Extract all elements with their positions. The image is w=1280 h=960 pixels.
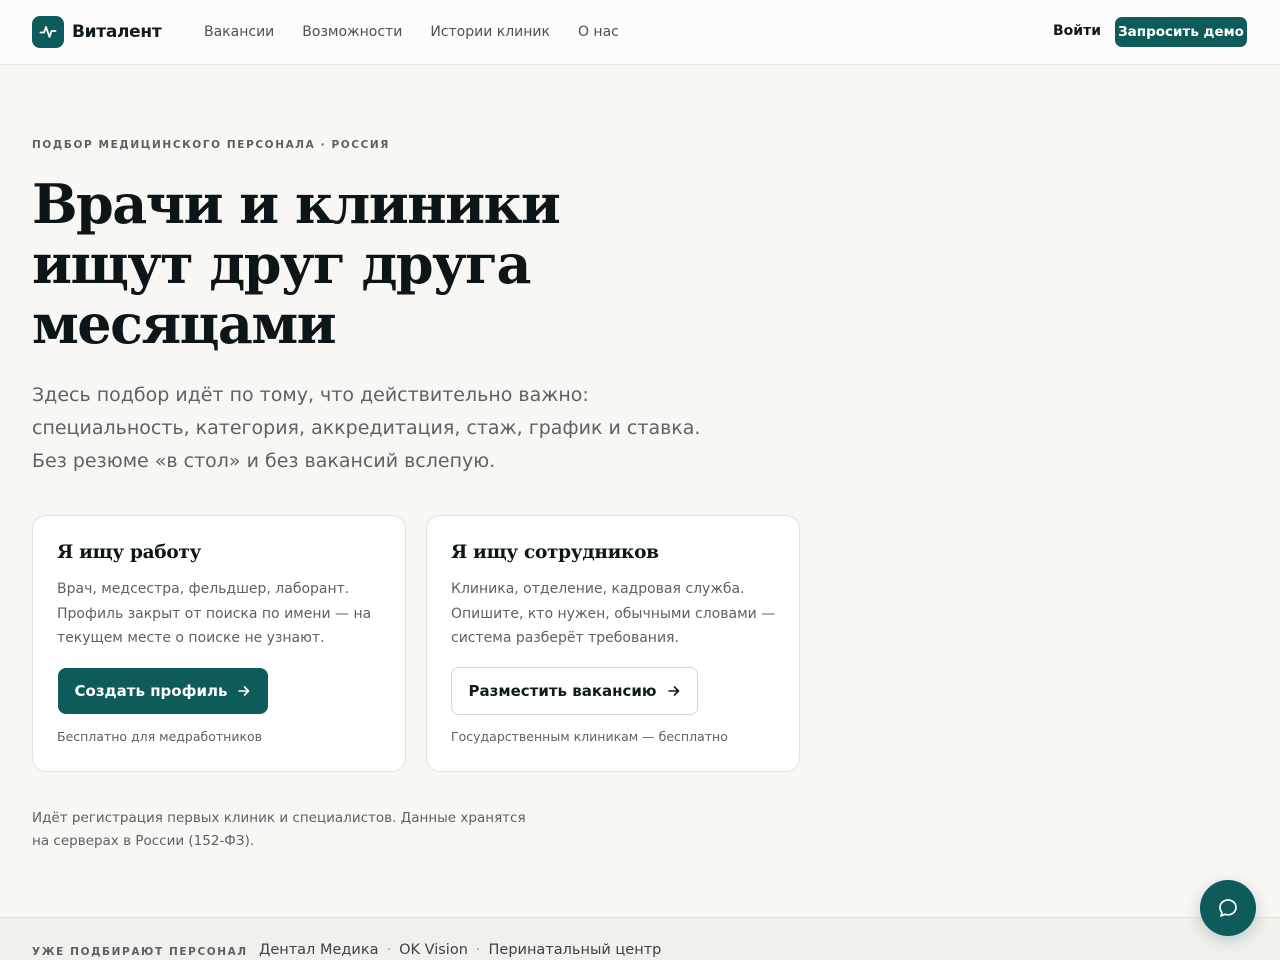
card-note: Государственным клиникам — бесплатно	[451, 729, 728, 744]
chat-bubble-icon	[1219, 899, 1237, 917]
card-title: Я ищу работу	[57, 542, 202, 563]
separator: ·	[475, 942, 481, 958]
nav-item-vacancies[interactable]: Вакансии	[204, 24, 274, 40]
clients-strip-label: УЖЕ ПОДБИРАЮТ ПЕРСОНАЛ	[32, 946, 248, 958]
disclaimer-line: на серверах в России (152-ФЗ).	[32, 833, 255, 849]
separator: ·	[386, 942, 392, 958]
clients-strip: УЖЕ ПОДБИРАЮТ ПЕРСОНАЛ Дентал Медика · O…	[0, 917, 1280, 960]
site-header: Виталент Вакансии Возможности Истории кл…	[0, 0, 1280, 65]
brand-name: Виталент	[72, 22, 162, 42]
create-profile-button[interactable]: Создать профиль	[58, 668, 268, 714]
card-desc-line: Профиль закрыт от поиска по имени — на	[57, 605, 372, 622]
hero-lead: Здесь подбор идёт по тому, что действите…	[32, 379, 752, 478]
card-desc-line: Клиника, отделение, кадровая служба.	[451, 581, 745, 597]
lead-line: специальность, категория, аккредитация, …	[32, 417, 701, 439]
client-name: Перинатальный центр	[488, 942, 662, 958]
pulse-icon	[32, 16, 64, 48]
arrow-right-icon	[667, 686, 679, 696]
card-desc-line: система разберёт требования.	[451, 630, 679, 646]
button-label: Разместить вакансию	[468, 682, 657, 700]
nav-item-features[interactable]: Возможности	[302, 24, 402, 40]
headline-line: ищут друг друга	[32, 232, 532, 296]
clients-list: Дентал Медика · OK Vision · Перинатальны…	[259, 942, 661, 958]
button-label: Создать профиль	[74, 682, 228, 700]
client-name: Дентал Медика	[259, 942, 379, 958]
card-desc-line: Опишите, кто нужен, обычными словами —	[451, 605, 776, 622]
hero-eyebrow: ПОДБОР МЕДИЦИНСКОГО ПЕРСОНАЛА · РОССИЯ	[32, 139, 390, 151]
brand-logo[interactable]: Виталент	[32, 16, 162, 48]
nav-item-about[interactable]: О нас	[578, 24, 619, 40]
login-link[interactable]: Войти	[1053, 23, 1101, 39]
job-seeker-card: Я ищу работу Врач, медсестра, фельдшер, …	[32, 515, 406, 772]
registration-disclaimer: Идёт регистрация первых клиник и специал…	[32, 807, 552, 853]
main-nav: Вакансии Возможности Истории клиник О на…	[204, 0, 619, 64]
request-demo-button[interactable]: Запросить демо	[1115, 17, 1247, 47]
card-description: Врач, медсестра, фельдшер, лаборант. Про…	[57, 577, 387, 651]
chat-button[interactable]	[1200, 880, 1256, 936]
disclaimer-line: Идёт регистрация первых клиник и специал…	[32, 810, 526, 826]
headline-line: Врачи и клиники	[32, 172, 561, 236]
lead-line: Без резюме «в стол» и без вакансий вслеп…	[32, 450, 496, 472]
card-desc-line: Врач, медсестра, фельдшер, лаборант.	[57, 581, 350, 597]
hero-headline: Врачи и клиники ищут друг друга месяцами	[32, 174, 732, 354]
card-desc-line: текущем месте о поиске не узнают.	[57, 630, 325, 646]
arrow-right-icon	[238, 686, 250, 696]
lead-line: Здесь подбор идёт по тому, что действите…	[32, 384, 589, 406]
employer-card: Я ищу сотрудников Клиника, отделение, ка…	[426, 515, 800, 772]
card-note: Бесплатно для медработников	[57, 729, 263, 744]
post-vacancy-button[interactable]: Разместить вакансию	[451, 667, 698, 715]
card-description: Клиника, отделение, кадровая служба. Опи…	[451, 577, 781, 651]
headline-line: месяцами	[32, 292, 337, 356]
client-name: OK Vision	[399, 942, 468, 958]
card-title: Я ищу сотрудников	[451, 542, 659, 563]
nav-item-stories[interactable]: Истории клиник	[430, 24, 550, 40]
